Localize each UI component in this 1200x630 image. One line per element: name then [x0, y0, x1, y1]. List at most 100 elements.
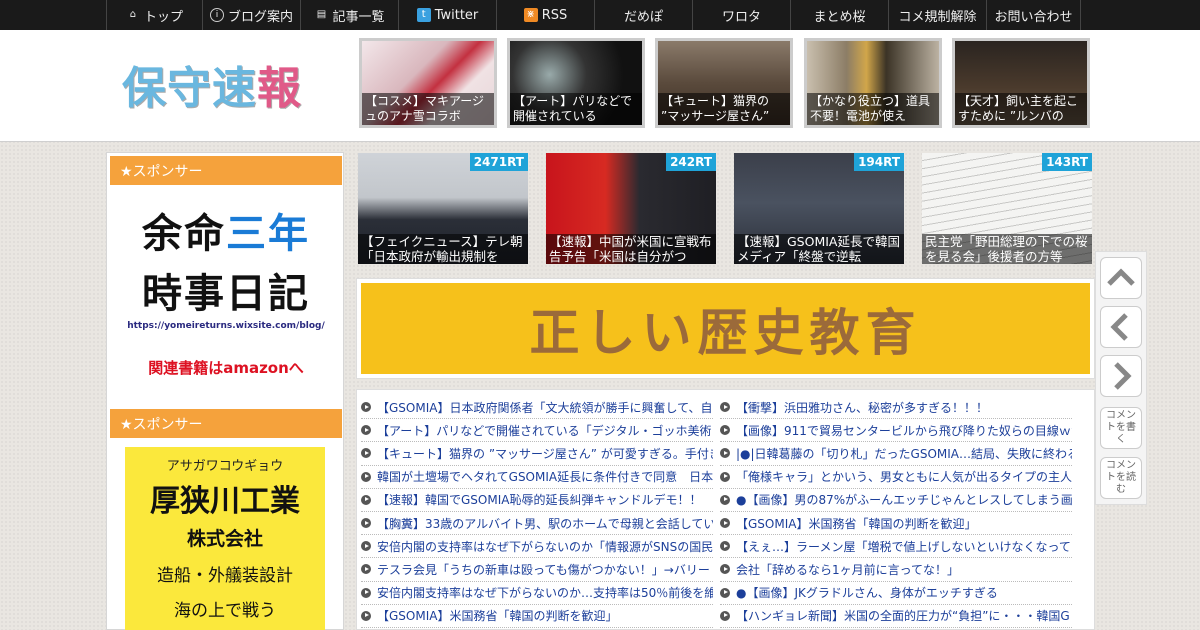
list-item[interactable]: |●|日韓葛藤の「切り札」だったGSOMIA…結局、失敗に終わる	[720, 442, 1072, 466]
header-thumb-3[interactable]: 【キュート】猫界の ”マッサージ屋さん”	[655, 38, 793, 128]
list-item[interactable]: 【速報】韓国でGSOMIA恥辱的延長糾弾キャンドルデモ！！	[361, 489, 713, 512]
list-item[interactable]: 安倍内閣の支持率はなぜ下がらないのか「情報源がSNSの国民	[361, 535, 713, 559]
bullet-icon	[720, 587, 730, 598]
list-item[interactable]: 【GSOMIA】米国務省「韓国の判断を歓迎」	[361, 605, 713, 628]
scroll-top-button[interactable]	[1100, 257, 1142, 299]
nav-item-warota[interactable]: ワロタ	[693, 0, 791, 30]
list-item[interactable]: 【キュート】猫界の ”マッサージ屋さん” が可愛すぎる。手付き	[361, 442, 713, 466]
list-item[interactable]: 【GSOMIA】日本政府関係者「文大統領が勝手に興奮して、自	[361, 396, 713, 420]
home-icon: ⌂	[129, 9, 137, 20]
thumb-caption: 【コスメ】マキアージュのアナ雪コラボ	[362, 93, 494, 125]
article-title: 安倍内閣支持率はなぜ下がらないのか…支持率は50％前後を維	[377, 586, 713, 601]
list-item[interactable]: 【えぇ…】ラーメン屋「増税で値上げしないといけなくなって	[720, 535, 1072, 559]
list-item[interactable]: 【アート】パリなどで開催されている「デジタル・ゴッホ美術	[361, 419, 713, 443]
nav-item-twitter[interactable]: t Twitter	[399, 0, 497, 30]
retweet-count-badge: 242RT	[666, 153, 716, 171]
ad-company-kana: アサガワコウギョウ	[166, 459, 284, 474]
featured-article-3[interactable]: 194RT 【速報】GSOMIA延長で韓国メディア「終盤で逆転	[734, 153, 904, 264]
featured-article-4[interactable]: 143RT 民主党「野田総理の下での桜を見る会」後援者の方等	[922, 153, 1092, 264]
nav-item-matome-sakura[interactable]: まとめ桜	[791, 0, 889, 30]
history-education-banner[interactable]: 正しい歴史教育	[356, 278, 1095, 379]
bullet-icon	[361, 610, 371, 621]
nav-item-top[interactable]: ⌂ トップ	[106, 0, 203, 30]
ad-company-desc: 造船・外艤装設計	[157, 566, 293, 586]
banner-background: 正しい歴史教育	[361, 283, 1090, 374]
nav-item-contact[interactable]: お問い合わせ	[987, 0, 1081, 30]
article-title: 会社「辞めるなら1ヶ月前に言ってな！」	[736, 562, 960, 577]
nav-item-rss[interactable]: ⋇ RSS	[497, 0, 595, 30]
next-article-button[interactable]	[1100, 355, 1142, 397]
article-title: 【速報】韓国でGSOMIA恥辱的延長糾弾キャンドルデモ！！	[377, 493, 702, 508]
featured-article-1[interactable]: 2471RT 【フェイクニュース】テレ朝「日本政府が輸出規制を	[358, 153, 528, 264]
bullet-icon	[720, 471, 730, 482]
chevron-right-icon	[1114, 362, 1132, 390]
list-item[interactable]: 韓国が土壇場でヘタれてGSOMIA延長に条件付きで同意 日本	[361, 466, 713, 489]
ad-line-2: 時事日記	[142, 271, 310, 317]
ad-text: 余命	[142, 211, 226, 257]
banner-text: 正しい歴史教育	[529, 302, 922, 362]
list-item[interactable]: テスラ会見「うちの新車は殴っても傷がつかない！」→バリー	[361, 558, 713, 582]
list-item[interactable]: 会社「辞めるなら1ヶ月前に言ってな！」	[720, 558, 1072, 582]
read-comments-button[interactable]: コメントを読む	[1100, 457, 1142, 499]
bullet-icon	[361, 402, 371, 413]
list-item[interactable]: 【画像】911で貿易センタービルから飛び降りた奴らの目線ｗｗ	[720, 419, 1072, 443]
article-title: ●【画像】男の87%がふーんエッチじゃんとレスしてしまう画像	[736, 493, 1072, 508]
rss-icon: ⋇	[523, 8, 538, 22]
nav-label: RSS	[541, 7, 568, 23]
bullet-icon	[720, 541, 730, 552]
bullet-icon	[720, 518, 730, 529]
article-title: 安倍内閣の支持率はなぜ下がらないのか「情報源がSNSの国民	[377, 539, 713, 554]
bullet-icon	[720, 494, 730, 505]
button-label: コメントを書く	[1106, 410, 1136, 445]
header-thumb-4[interactable]: 【かなり役立つ】道具不要！電池が使え	[804, 38, 942, 128]
featured-caption: 【フェイクニュース】テレ朝「日本政府が輸出規制を	[358, 234, 528, 264]
article-column-right: 【衝撃】浜田雅功さん、秘密が多すぎる！！！ 【画像】911で貿易センタービルから…	[720, 396, 1072, 628]
list-item[interactable]: 【GSOMIA】米国務省「韓国の判断を歓迎」	[720, 512, 1072, 536]
thumb-caption: 【天才】飼い主を起こすために ”ルンバの	[955, 93, 1087, 125]
article-title: 【ハンギョレ新聞】米国の全面的圧力が“負担”に・・・韓国G	[736, 609, 1070, 624]
thumb-caption: 【かなり役立つ】道具不要！電池が使え	[807, 93, 939, 125]
header-thumb-1[interactable]: 【コスメ】マキアージュのアナ雪コラボ	[359, 38, 497, 128]
sponsor-heading: ★スポンサー	[110, 156, 342, 185]
nav-item-comment-unblock[interactable]: コメ規制解除	[889, 0, 987, 30]
nav-item-damepo[interactable]: だめぽ	[595, 0, 693, 30]
list-item[interactable]: 安倍内閣支持率はなぜ下がらないのか…支持率は50％前後を維	[361, 582, 713, 605]
bullet-icon	[720, 402, 730, 413]
write-comment-button[interactable]: コメントを書く	[1100, 407, 1142, 449]
list-icon: ▤	[316, 9, 327, 20]
article-title: 【GSOMIA】米国務省「韓国の判断を歓迎」	[736, 516, 977, 531]
nav-item-blog-guide[interactable]: i ブログ案内	[203, 0, 301, 30]
ad-amazon-link[interactable]: 関連書籍はamazonへ	[110, 357, 342, 378]
bullet-icon	[361, 448, 371, 459]
nav-label: ブログ案内	[227, 9, 293, 25]
list-item[interactable]: 【衝撃】浜田雅功さん、秘密が多すぎる！！！	[720, 396, 1072, 420]
featured-article-2[interactable]: 242RT 【速報】中国が米国に宣戦布告予告「米国は自分がつ	[546, 153, 716, 264]
site-header: 保守速報 【コスメ】マキアージュのアナ雪コラボ 【アート】パリなどで開催されてい…	[0, 30, 1200, 142]
previous-article-button[interactable]	[1100, 306, 1142, 348]
featured-caption: 民主党「野田総理の下での桜を見る会」後援者の方等	[922, 234, 1092, 264]
chevron-left-icon	[1110, 313, 1128, 341]
ad-line-1: 余命三年	[110, 201, 342, 259]
bullet-icon	[720, 425, 730, 436]
nav-item-article-list[interactable]: ▤ 記事一覧	[301, 0, 399, 30]
list-item[interactable]: 「俺様キャラ」とかいう、男女ともに人気が出るタイプの主人	[720, 466, 1072, 489]
ad-text-accent: 三年	[226, 211, 310, 257]
list-item[interactable]: 【ハンギョレ新聞】米国の全面的圧力が“負担”に・・・韓国G	[720, 605, 1072, 628]
sponsor-ad-asagawa[interactable]: アサガワコウギョウ 厚狭川工業 株式会社 造船・外艤装設計 海の上で戦う	[125, 447, 325, 630]
article-title: |●|日韓葛藤の「切り札」だったGSOMIA…結局、失敗に終わる	[736, 446, 1072, 461]
sponsor-ad-yomei[interactable]: 余命三年 時事日記 https://yomeireturns.wixsite.c…	[110, 193, 342, 383]
twitter-icon: t	[416, 8, 431, 22]
header-thumb-5[interactable]: 【天才】飼い主を起こすために ”ルンバの	[952, 38, 1090, 128]
bullet-icon	[361, 587, 371, 598]
nav-label: だめぽ	[623, 9, 663, 25]
site-logo[interactable]: 保守速報	[122, 52, 302, 116]
list-item[interactable]: 【胸糞】33歳のアルバイト男、駅のホームで母親と会話してい	[361, 512, 713, 536]
retweet-count-badge: 194RT	[854, 153, 904, 171]
ad-url: https://yomeireturns.wixsite.com/blog/	[127, 321, 325, 331]
header-thumb-2[interactable]: 【アート】パリなどで開催されている	[507, 38, 645, 128]
ad-company-slogan: 海の上で戦う	[174, 601, 276, 621]
list-item[interactable]: ●【画像】男の87%がふーんエッチじゃんとレスしてしまう画像	[720, 489, 1072, 512]
chevron-up-icon	[1107, 268, 1135, 286]
list-item[interactable]: ●【画像】JKグラドルさん、身体がエッチすぎる	[720, 582, 1072, 605]
nav-label: Twitter	[434, 7, 479, 23]
